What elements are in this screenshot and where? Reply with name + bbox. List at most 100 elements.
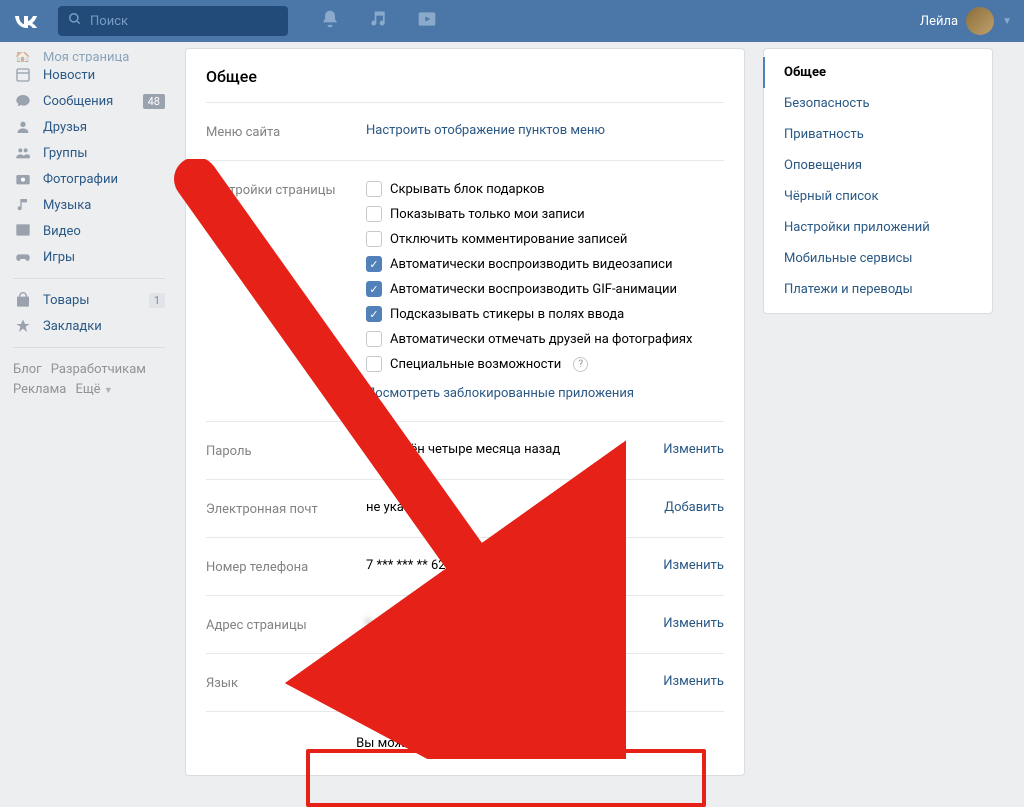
tab-2[interactable]: Приватность bbox=[764, 119, 992, 150]
checkbox-icon bbox=[366, 306, 382, 322]
checkbox-label: Скрывать блок подарков bbox=[390, 182, 545, 197]
settings-panel: Общее Меню сайта Настроить отображение п… bbox=[185, 48, 745, 776]
nav-games[interactable]: Игры bbox=[7, 244, 171, 270]
nav-news[interactable]: Новости bbox=[7, 62, 171, 88]
configure-menu-link[interactable]: Настроить отображение пунктов меню bbox=[366, 123, 605, 138]
friends-icon bbox=[13, 119, 33, 135]
search-icon bbox=[68, 12, 82, 30]
tab-3[interactable]: Оповещения bbox=[764, 150, 992, 181]
music-icon[interactable] bbox=[368, 9, 388, 33]
info-row: Адрес страницыhxxcom Изменить bbox=[206, 595, 724, 653]
checkbox-6[interactable]: Автоматически отмечать друзей на фотогра… bbox=[366, 331, 724, 347]
checkbox-icon bbox=[366, 206, 382, 222]
user-name: Лейла bbox=[920, 14, 958, 29]
nav-groups[interactable]: Группы bbox=[7, 140, 171, 166]
market-badge: 1 bbox=[149, 293, 165, 308]
search-input[interactable] bbox=[90, 14, 278, 29]
blocked-apps-link[interactable]: Посмотреть заблокированные приложения bbox=[366, 386, 634, 401]
page-title: Общее bbox=[206, 67, 724, 86]
left-nav: 🏠Моя страница Новости Сообщения48 Друзья… bbox=[7, 48, 171, 405]
info-row: Электронная почтне указанаДобавить bbox=[206, 479, 724, 537]
row-label: Настройки страницы bbox=[206, 181, 366, 401]
foot-blog[interactable]: Блог bbox=[13, 362, 42, 377]
row-action-link[interactable]: Изменить bbox=[663, 558, 724, 575]
nav-photos[interactable]: Фотографии bbox=[7, 166, 171, 192]
row-value: hxxcom bbox=[366, 616, 663, 633]
info-row: Номер телефона7 *** *** ** 62Изменить bbox=[206, 537, 724, 595]
chevron-down-icon: ▼ bbox=[104, 386, 113, 396]
delete-account-link[interactable]: удалить свою страницу. bbox=[427, 736, 574, 751]
tab-4[interactable]: Чёрный список bbox=[764, 181, 992, 212]
checkbox-icon bbox=[366, 231, 382, 247]
row-menu: Меню сайта Настроить отображение пунктов… bbox=[206, 102, 724, 160]
nav-friends[interactable]: Друзья bbox=[7, 114, 171, 140]
checkbox-1[interactable]: Показывать только мои записи bbox=[366, 206, 724, 222]
chevron-down-icon: ▼ bbox=[1002, 16, 1012, 27]
foot-ads[interactable]: Реклама bbox=[13, 382, 66, 397]
topbar: Лейла ▼ bbox=[0, 0, 1024, 42]
message-icon bbox=[13, 93, 33, 109]
checkbox-label: Автоматически отмечать друзей на фотогра… bbox=[390, 332, 692, 347]
row-action-link[interactable]: Изменить bbox=[663, 674, 724, 691]
row-action-link[interactable]: Изменить bbox=[663, 616, 724, 633]
video-icon[interactable] bbox=[416, 9, 438, 33]
row-label: Электронная почт bbox=[206, 500, 366, 517]
tab-7[interactable]: Платежи и переводы bbox=[764, 274, 992, 305]
search-box[interactable] bbox=[58, 6, 288, 36]
games-icon bbox=[13, 249, 33, 265]
row-label: Номер телефона bbox=[206, 558, 366, 575]
home-icon: 🏠 bbox=[13, 52, 33, 62]
info-row: Парольобновлён четыре месяца назадИзмени… bbox=[206, 421, 724, 479]
checkbox-3[interactable]: Автоматически воспроизводить видеозаписи bbox=[366, 256, 724, 272]
messages-badge: 48 bbox=[143, 94, 165, 109]
news-icon bbox=[13, 67, 33, 83]
tab-1[interactable]: Безопасность bbox=[764, 88, 992, 119]
checkbox-2[interactable]: Отключить комментирование записей bbox=[366, 231, 724, 247]
nav-music[interactable]: Музыка bbox=[7, 192, 171, 218]
row-label: Язык bbox=[206, 674, 366, 691]
row-page-settings: Настройки страницы Скрывать блок подарко… bbox=[206, 160, 724, 421]
market-icon bbox=[13, 292, 33, 308]
row-label: Пароль bbox=[206, 442, 366, 459]
nav-bookmarks[interactable]: Закладки bbox=[7, 313, 171, 339]
row-value: не указана bbox=[366, 500, 664, 517]
info-row: ЯзыкРусскийИзменить bbox=[206, 653, 724, 711]
tab-5[interactable]: Настройки приложений bbox=[764, 212, 992, 243]
user-menu[interactable]: Лейла ▼ bbox=[920, 7, 1012, 35]
tab-6[interactable]: Мобильные сервисы bbox=[764, 243, 992, 274]
nav-messages[interactable]: Сообщения48 bbox=[7, 88, 171, 114]
row-label: Адрес страницы bbox=[206, 616, 366, 633]
foot-dev[interactable]: Разработчикам bbox=[51, 362, 146, 377]
checkbox-icon bbox=[366, 256, 382, 272]
checkbox-icon bbox=[366, 281, 382, 297]
foot-more[interactable]: Ещё ▼ bbox=[75, 382, 112, 397]
delete-account-bar: Вы можете удалить свою страницу. bbox=[206, 711, 724, 775]
star-icon bbox=[13, 318, 33, 334]
checkbox-label: Специальные возможности bbox=[390, 357, 561, 372]
help-icon[interactable]: ? bbox=[573, 357, 588, 372]
vk-logo[interactable] bbox=[12, 9, 40, 34]
nav-market[interactable]: Товары1 bbox=[7, 287, 171, 313]
tab-0[interactable]: Общее bbox=[763, 57, 992, 88]
checkbox-label: Отключить комментирование записей bbox=[390, 232, 627, 247]
checkbox-7[interactable]: Специальные возможности? bbox=[366, 356, 724, 372]
checkbox-label: Подсказывать стикеры в полях ввода bbox=[390, 307, 624, 322]
row-value: 7 *** *** ** 62 bbox=[366, 558, 663, 575]
row-action-link[interactable]: Добавить bbox=[664, 500, 724, 517]
nav-video[interactable]: Видео bbox=[7, 218, 171, 244]
music-nav-icon bbox=[13, 197, 33, 213]
row-label: Меню сайта bbox=[206, 123, 366, 140]
notifications-icon[interactable] bbox=[320, 9, 340, 33]
checkbox-5[interactable]: Подсказывать стикеры в полях ввода bbox=[366, 306, 724, 322]
groups-icon bbox=[13, 145, 33, 161]
delete-prefix: Вы можете bbox=[356, 736, 427, 751]
checkbox-4[interactable]: Автоматически воспроизводить GIF-анимаци… bbox=[366, 281, 724, 297]
top-icons bbox=[320, 9, 438, 33]
settings-tabs: ОбщееБезопасностьПриватностьОповещенияЧё… bbox=[763, 48, 993, 314]
row-value: обновлён четыре месяца назад bbox=[366, 442, 663, 459]
checkbox-0[interactable]: Скрывать блок подарков bbox=[366, 181, 724, 197]
checkbox-icon bbox=[366, 181, 382, 197]
row-action-link[interactable]: Изменить bbox=[663, 442, 724, 459]
nav-my-page[interactable]: 🏠Моя страница bbox=[7, 52, 171, 62]
photo-icon bbox=[13, 171, 33, 187]
